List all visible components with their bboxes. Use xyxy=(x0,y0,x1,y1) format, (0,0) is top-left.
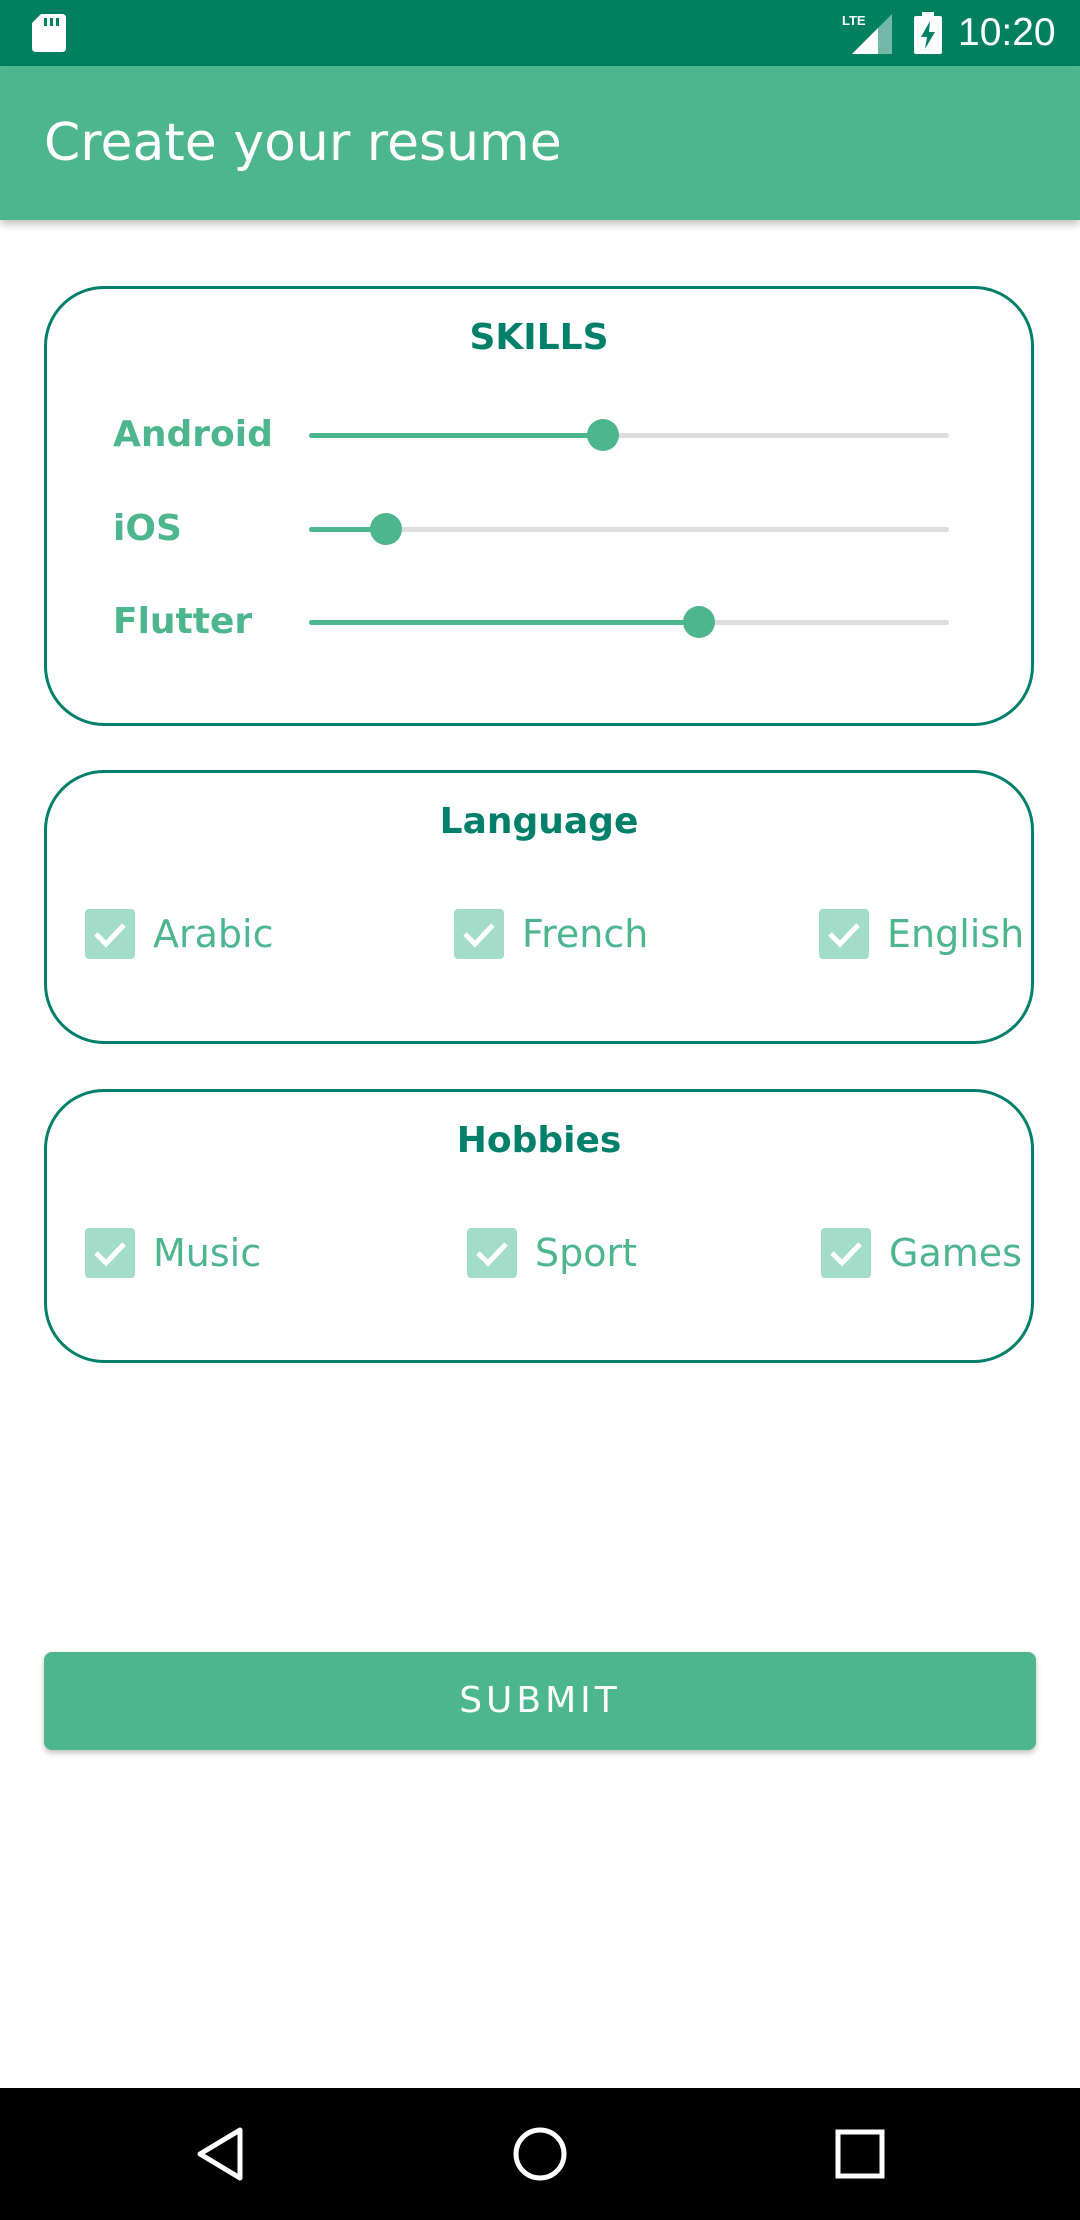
checkbox-label: French xyxy=(522,912,649,956)
recents-button[interactable] xyxy=(820,2114,900,2194)
skill-row-ios: iOS xyxy=(47,499,1031,559)
checkbox-label: English xyxy=(887,912,1025,956)
slider-fill xyxy=(309,433,604,438)
checkmark-icon xyxy=(830,1242,862,1267)
battery-charging-icon xyxy=(914,12,942,54)
checkbox-box[interactable] xyxy=(819,909,869,959)
checkbox-label: Music xyxy=(153,1231,262,1275)
checkbox-box[interactable] xyxy=(454,909,504,959)
app-bar: Create your resume xyxy=(0,66,1080,220)
navigation-bar xyxy=(0,2088,1080,2220)
home-button[interactable] xyxy=(500,2114,580,2194)
sd-card-icon xyxy=(32,14,66,52)
slider-track xyxy=(309,527,949,532)
ios-skill-slider[interactable] xyxy=(309,499,949,559)
checkbox-box[interactable] xyxy=(467,1228,517,1278)
checkbox-label: Sport xyxy=(535,1231,638,1275)
language-title: Language xyxy=(439,801,639,842)
hobbies-title: Hobbies xyxy=(456,1120,622,1161)
checkbox-label: Games xyxy=(889,1231,1022,1275)
checkmark-icon xyxy=(94,923,126,948)
status-clock: 10:20 xyxy=(958,11,1056,54)
status-bar: LTE 10:20 xyxy=(0,0,1080,66)
checkmark-icon xyxy=(828,923,860,948)
checkmark-icon xyxy=(463,923,495,948)
slider-thumb[interactable] xyxy=(369,513,402,545)
slider-thumb[interactable] xyxy=(587,419,620,451)
checkbox-box[interactable] xyxy=(821,1228,871,1278)
recents-icon xyxy=(835,2129,885,2179)
skills-title: SKILLS xyxy=(469,317,609,358)
android-skill-slider[interactable] xyxy=(309,405,949,465)
language-card: Language Arabic French English xyxy=(44,770,1034,1044)
skill-label-flutter: Flutter xyxy=(113,601,253,642)
skill-label-ios: iOS xyxy=(113,508,182,549)
back-button[interactable] xyxy=(182,2114,262,2194)
skill-row-android: Android xyxy=(47,405,1031,465)
lte-signal-icon: LTE xyxy=(842,13,892,54)
skills-card: SKILLS Android iOS Flutter xyxy=(44,286,1034,726)
slider-fill xyxy=(309,620,700,625)
hobbies-card: Hobbies Music Sport Games xyxy=(44,1089,1034,1363)
slider-thumb[interactable] xyxy=(683,606,716,638)
checkbox-box[interactable] xyxy=(85,909,135,959)
checkmark-icon xyxy=(94,1242,126,1267)
page-title: Create your resume xyxy=(44,113,562,173)
flutter-skill-slider[interactable] xyxy=(309,592,949,652)
back-icon xyxy=(197,2127,243,2181)
checkbox-label: Arabic xyxy=(153,912,274,956)
svg-text:LTE: LTE xyxy=(842,13,866,28)
skill-row-flutter: Flutter xyxy=(47,592,1031,652)
checkbox-box[interactable] xyxy=(85,1228,135,1278)
checkmark-icon xyxy=(476,1242,508,1267)
submit-button[interactable]: SUBMIT xyxy=(44,1652,1036,1750)
skill-label-android: Android xyxy=(113,414,273,455)
home-icon xyxy=(513,2127,567,2181)
